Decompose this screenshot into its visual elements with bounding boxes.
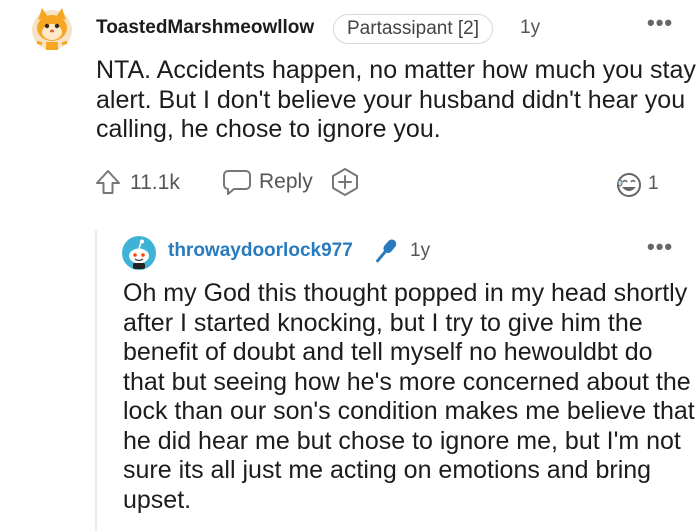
microphone-icon [376,239,397,263]
speech-bubble-icon[interactable] [222,168,252,196]
reply-age: 1y [410,240,431,261]
orange-cat-avatar-icon[interactable] [28,4,76,52]
more-options-icon[interactable]: ••• [647,10,673,36]
reply-username[interactable]: throwaydoorlock977 [168,240,353,262]
award-count: 1 [648,173,659,194]
snoo-avatar-icon[interactable] [122,236,156,270]
comment-age: 1y [520,17,541,38]
more-options-icon[interactable]: ••• [647,234,673,260]
user-flair: Partassipant [2] [333,14,494,44]
reply-button[interactable]: Reply [259,170,313,194]
reply-body: Oh my God this thought popped in my head… [123,279,695,514]
laughing-face-award-icon[interactable] [612,170,646,198]
comment-username[interactable]: ToastedMarshmeowllow [96,17,314,39]
vote-count: 11.1k [130,171,180,194]
comment-body: NTA. Accidents happen, no matter how muc… [96,56,696,143]
plus-box-icon[interactable] [330,167,360,197]
thread-line[interactable] [95,230,97,531]
upvote-arrow-icon[interactable] [94,168,122,196]
